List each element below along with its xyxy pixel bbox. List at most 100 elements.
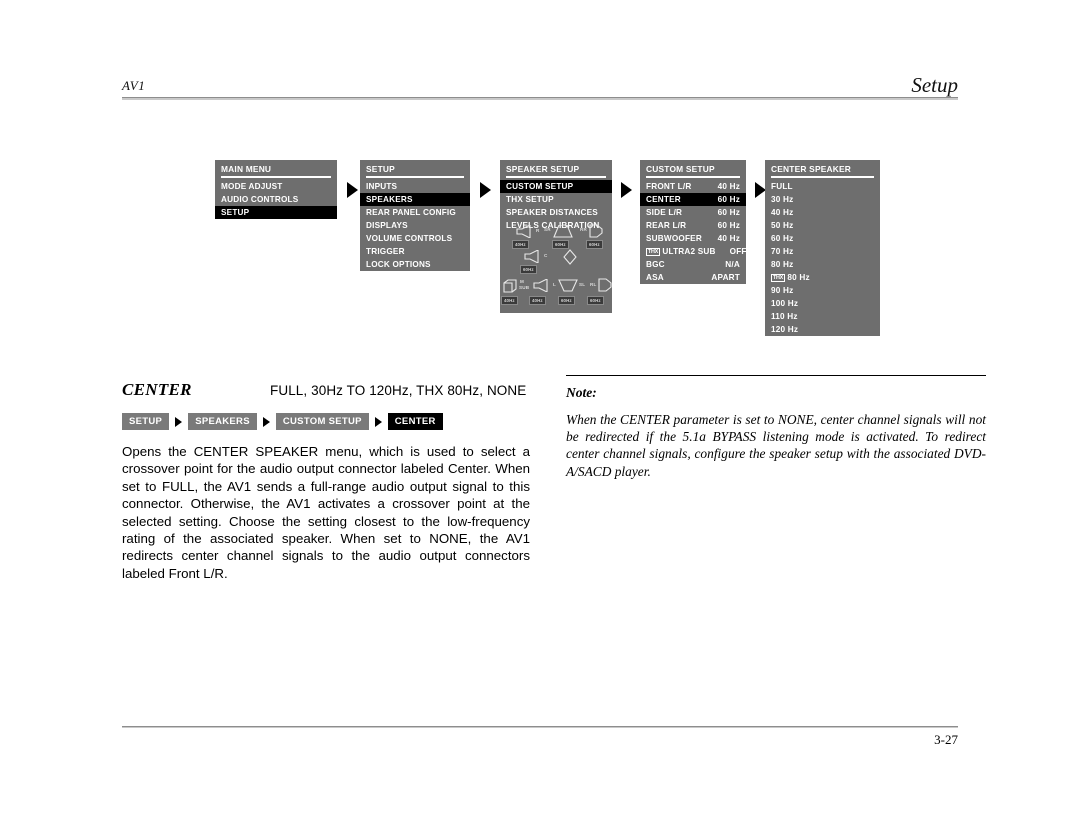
speaker-icon-rear-left	[598, 278, 612, 292]
osd-item-label: 120 Hz	[771, 325, 799, 334]
title-rule	[366, 176, 464, 178]
custom-setup-row-center[interactable]: CENTER 60 Hz	[640, 193, 746, 206]
section-title: Setup	[911, 73, 958, 97]
main-menu-item-setup[interactable]: SETUP	[215, 206, 337, 219]
osd-item-value: 40 Hz	[717, 234, 740, 243]
osd-item-label: THX ULTRA2 SUB	[646, 247, 716, 256]
setup-item-inputs[interactable]: INPUTS	[360, 180, 470, 193]
speaker-icon-left	[533, 279, 548, 292]
custom-setup-row-rear-l-r[interactable]: REAR L/R 60 Hz	[640, 219, 746, 232]
page-title: CENTER	[122, 380, 192, 399]
center-speaker-item-80-hz[interactable]: THX 80 Hz	[765, 271, 880, 284]
header-divider	[122, 97, 958, 100]
osd-item-label: 30 Hz	[771, 195, 794, 204]
center-speaker-item-120-hz[interactable]: 120 Hz	[765, 323, 880, 336]
breadcrumb: SETUP SPEAKERS CUSTOM SETUP CENTER	[122, 413, 443, 430]
note-heading: Note:	[566, 385, 597, 400]
custom-setup-row-bgc[interactable]: BGC N/A	[640, 258, 746, 271]
osd-item-label: INPUTS	[366, 182, 398, 191]
osd-item-label: VOLUME CONTROLS	[366, 234, 453, 243]
speaker-label-SUB2: SUB	[519, 285, 530, 290]
osd-item-label: 80 Hz	[771, 260, 794, 269]
custom-setup-row-front-l-r[interactable]: FRONT L/R 40 Hz	[640, 180, 746, 193]
speaker-freq-SL: 60Hz	[558, 296, 575, 305]
center-speaker-item-full[interactable]: FULL	[765, 180, 880, 193]
center-speaker-item-80-hz[interactable]: 80 Hz	[765, 258, 880, 271]
osd-item-label: 100 Hz	[771, 299, 799, 308]
setup-item-rear-panel-config[interactable]: REAR PANEL CONFIG	[360, 206, 470, 219]
breadcrumb-item-custom-setup[interactable]: CUSTOM SETUP	[275, 413, 369, 430]
speaker-setup-item-thx-setup[interactable]: THX SETUP	[500, 193, 612, 206]
flow-arrow-icon	[621, 182, 632, 198]
osd-item-value: APART	[711, 273, 740, 282]
flow-arrow-icon	[480, 182, 491, 198]
custom-setup-row-asa[interactable]: ASA APART	[640, 271, 746, 284]
osd-item-label: DISPLAYS	[366, 221, 408, 230]
center-speaker-item-60-hz[interactable]: 60 Hz	[765, 232, 880, 245]
osd-item-label: SETUP	[221, 208, 250, 217]
manual-page: AV1 Setup MAIN MENU MODE ADJUST AUDIO CON…	[0, 0, 1080, 834]
speaker-icon-right	[516, 225, 531, 238]
osd-item-list: INPUTS SPEAKERS REAR PANEL CONFIG DISPLAYS V…	[360, 180, 470, 271]
speaker-label-SUB: M	[520, 279, 525, 284]
osd-item-label: THX SETUP	[506, 195, 554, 204]
osd-item-list: FULL 30 Hz 40 Hz 50 Hz 60 Hz 70 Hz 80 Hz THX 80…	[765, 180, 880, 336]
osd-item-value: 60 Hz	[717, 221, 740, 230]
osd-item-list: FRONT L/R 40 Hz CENTER 60 Hz SIDE L/R 60 Hz RE…	[640, 180, 746, 284]
osd-speaker-setup-menu: SPEAKER SETUP CUSTOM SETUP THX SETUP SPEAK…	[500, 160, 612, 313]
product-name: AV1	[122, 78, 146, 93]
custom-setup-row-side-l-r[interactable]: SIDE L/R 60 Hz	[640, 206, 746, 219]
osd-title: CUSTOM SETUP	[646, 164, 715, 174]
note-section: Note: When the CENTER parameter is set t…	[566, 375, 986, 480]
center-speaker-item-40-hz[interactable]: 40 Hz	[765, 206, 880, 219]
setup-item-trigger[interactable]: TRIGGER	[360, 245, 470, 258]
custom-setup-row-ultra2-sub[interactable]: THX ULTRA2 SUB OFF	[640, 245, 746, 258]
osd-item-label: 60 Hz	[771, 234, 794, 243]
speaker-setup-item-custom-setup[interactable]: CUSTOM SETUP	[500, 180, 612, 193]
speaker-icon-side-right	[553, 225, 573, 238]
speaker-layout-diagram: R 40Hz SR 60Hz RR 60Hz C 60Hz M SUB 40Hz…	[500, 222, 612, 312]
osd-item-label: SPEAKER DISTANCES	[506, 208, 598, 217]
custom-setup-row-subwoofer[interactable]: SUBWOOFER 40 Hz	[640, 232, 746, 245]
setup-item-volume-controls[interactable]: VOLUME CONTROLS	[360, 232, 470, 245]
speaker-setup-item-speaker-distances[interactable]: SPEAKER DISTANCES	[500, 206, 612, 219]
breadcrumb-item-setup[interactable]: SETUP	[122, 413, 170, 430]
setup-item-lock-options[interactable]: LOCK OPTIONS	[360, 258, 470, 271]
breadcrumb-item-speakers[interactable]: SPEAKERS	[188, 413, 257, 430]
thx-logo-icon: THX	[771, 273, 785, 282]
center-speaker-item-30-hz[interactable]: 30 Hz	[765, 193, 880, 206]
osd-item-label: 70 Hz	[771, 247, 794, 256]
title-rule	[506, 176, 606, 178]
osd-item-label: FRONT L/R	[646, 182, 692, 191]
main-menu-item-mode-adjust[interactable]: MODE ADJUST	[215, 180, 337, 193]
center-speaker-item-70-hz[interactable]: 70 Hz	[765, 245, 880, 258]
running-head: AV1 Setup	[122, 66, 958, 100]
center-speaker-item-90-hz[interactable]: 90 Hz	[765, 284, 880, 297]
listener-position-icon	[563, 249, 577, 265]
center-speaker-item-110-hz[interactable]: 110 Hz	[765, 310, 880, 323]
main-menu-item-audio-controls[interactable]: AUDIO CONTROLS	[215, 193, 337, 206]
speaker-freq-SUB: 40Hz	[501, 296, 518, 305]
osd-item-label: CENTER	[646, 195, 681, 204]
speaker-label-RR: RR	[580, 227, 588, 232]
osd-item-label: 110 Hz	[771, 312, 798, 321]
setup-item-speakers[interactable]: SPEAKERS	[360, 193, 470, 206]
thx-logo-icon: THX	[646, 247, 660, 256]
speaker-label-SR: SR	[544, 227, 551, 232]
setup-item-displays[interactable]: DISPLAYS	[360, 219, 470, 232]
osd-item-value: 60 Hz	[717, 195, 740, 204]
osd-item-label: AUDIO CONTROLS	[221, 195, 299, 204]
center-speaker-item-100-hz[interactable]: 100 Hz	[765, 297, 880, 310]
center-speaker-item-50-hz[interactable]: 50 Hz	[765, 219, 880, 232]
breadcrumb-item-center[interactable]: CENTER	[387, 413, 443, 430]
breadcrumb-arrow-icon	[175, 416, 183, 427]
osd-item-label: SPEAKERS	[366, 195, 413, 204]
parameter-section: CENTER FULL, 30Hz TO 120Hz, THX 80Hz, NO…	[122, 380, 530, 581]
osd-item-value: 60 Hz	[717, 208, 740, 217]
speaker-freq-R: 40Hz	[512, 240, 529, 249]
osd-item-label: 40 Hz	[771, 208, 794, 217]
breadcrumb-arrow-icon	[262, 416, 270, 427]
osd-item-label: MODE ADJUST	[221, 182, 283, 191]
osd-title: SPEAKER SETUP	[506, 164, 580, 174]
osd-item-label: FULL	[771, 182, 793, 191]
